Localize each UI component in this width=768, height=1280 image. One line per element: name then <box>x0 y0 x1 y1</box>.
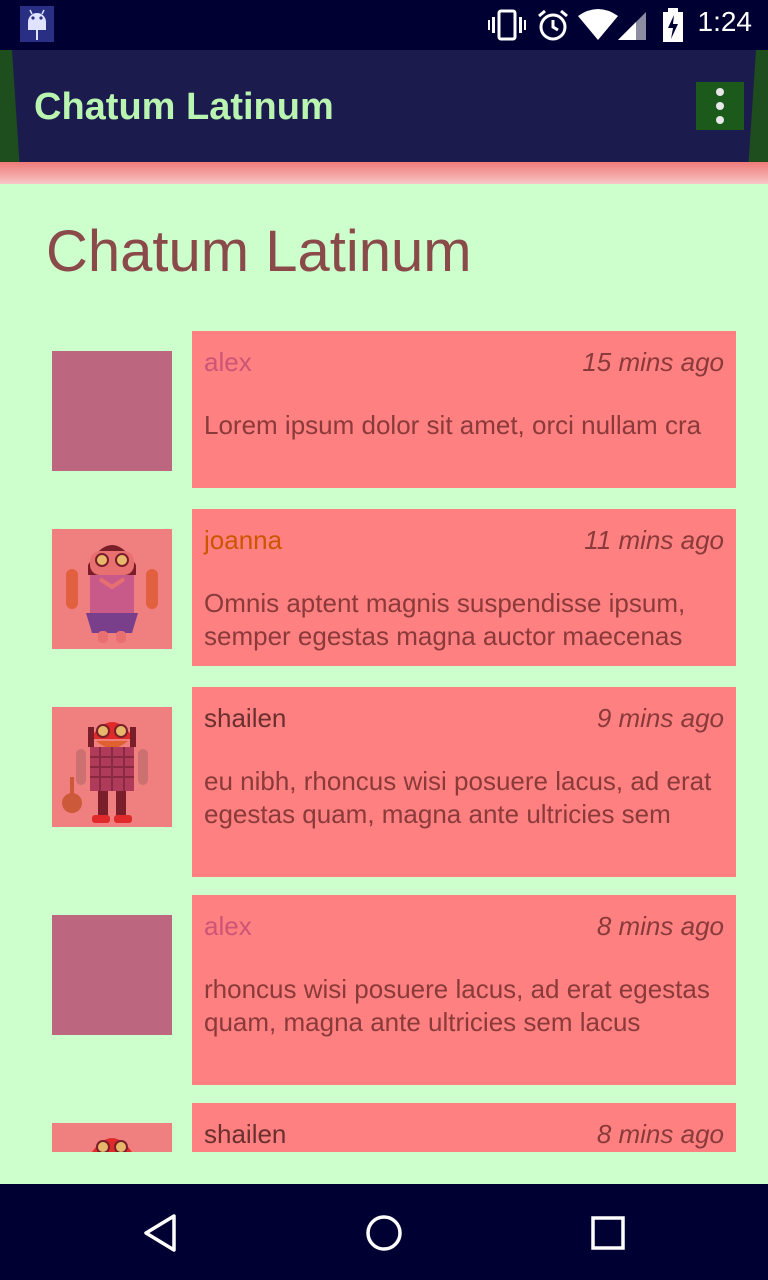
blank-avatar <box>52 915 172 1035</box>
message-bubble: alex 15 mins ago Lorem ipsum dolor sit a… <box>192 331 736 488</box>
more-vert-icon-dot <box>716 116 724 124</box>
message-bubble: shailen 9 mins ago eu nibh, rhoncus wisi… <box>192 687 736 877</box>
recents-icon[interactable] <box>583 1208 633 1258</box>
navigation-bar <box>0 1184 768 1280</box>
status-bar: 1:24 <box>0 0 768 50</box>
message-username: shailen <box>204 1119 287 1149</box>
vibrate-icon <box>488 9 526 41</box>
clock-time: 1:24 <box>697 6 753 37</box>
message-username: alex <box>204 911 252 941</box>
signal-icon <box>618 12 646 40</box>
message-time: 9 mins ago <box>596 703 724 733</box>
message-bubble: joanna 11 mins ago Omnis aptent magnis s… <box>192 509 736 666</box>
message-text: rhoncus wisi posuere lacus, ad erat eges… <box>204 974 710 1037</box>
message-bubble: shailen 8 mins ago <box>192 1103 736 1152</box>
page-title: Chatum Latinum <box>46 219 472 284</box>
alarm-icon <box>538 9 568 41</box>
battery-charging-icon <box>663 8 683 42</box>
message-time: 11 mins ago <box>584 525 724 555</box>
back-icon[interactable] <box>136 1208 186 1258</box>
message-text: Lorem ipsum dolor sit amet, orci nullam … <box>204 410 702 440</box>
android-hipster-avatar <box>52 1123 172 1152</box>
message-bubble: alex 8 mins ago rhoncus wisi posuere lac… <box>192 895 736 1085</box>
message-time: 8 mins ago <box>596 1119 724 1149</box>
message-list[interactable]: alex 15 mins ago Lorem ipsum dolor sit a… <box>0 331 768 1152</box>
wifi-icon <box>578 9 618 40</box>
more-vert-icon <box>716 88 724 96</box>
message-time: 8 mins ago <box>596 911 724 941</box>
home-icon[interactable] <box>359 1208 409 1258</box>
content-area: Chatum Latinum alex 15 mins ago Lorem ip… <box>0 184 768 1184</box>
message-text: Omnis aptent magnis suspendisse ipsum, s… <box>204 588 686 651</box>
app-bar-shadow <box>0 162 768 184</box>
message-username: shailen <box>204 703 287 733</box>
message-username: alex <box>204 347 252 377</box>
android-hipster-avatar <box>52 707 172 827</box>
message-time: 15 mins ago <box>582 347 724 377</box>
message-text: eu nibh, rhoncus wisi posuere lacus, ad … <box>204 766 712 829</box>
app-bar-title: Chatum Latinum <box>34 86 334 128</box>
android-girl-avatar <box>52 529 172 649</box>
blank-avatar <box>52 351 172 471</box>
overflow-menu-button[interactable] <box>696 82 744 130</box>
message-username: joanna <box>204 525 283 555</box>
android-debug-icon <box>20 6 54 42</box>
more-vert-icon-dot <box>716 102 724 110</box>
